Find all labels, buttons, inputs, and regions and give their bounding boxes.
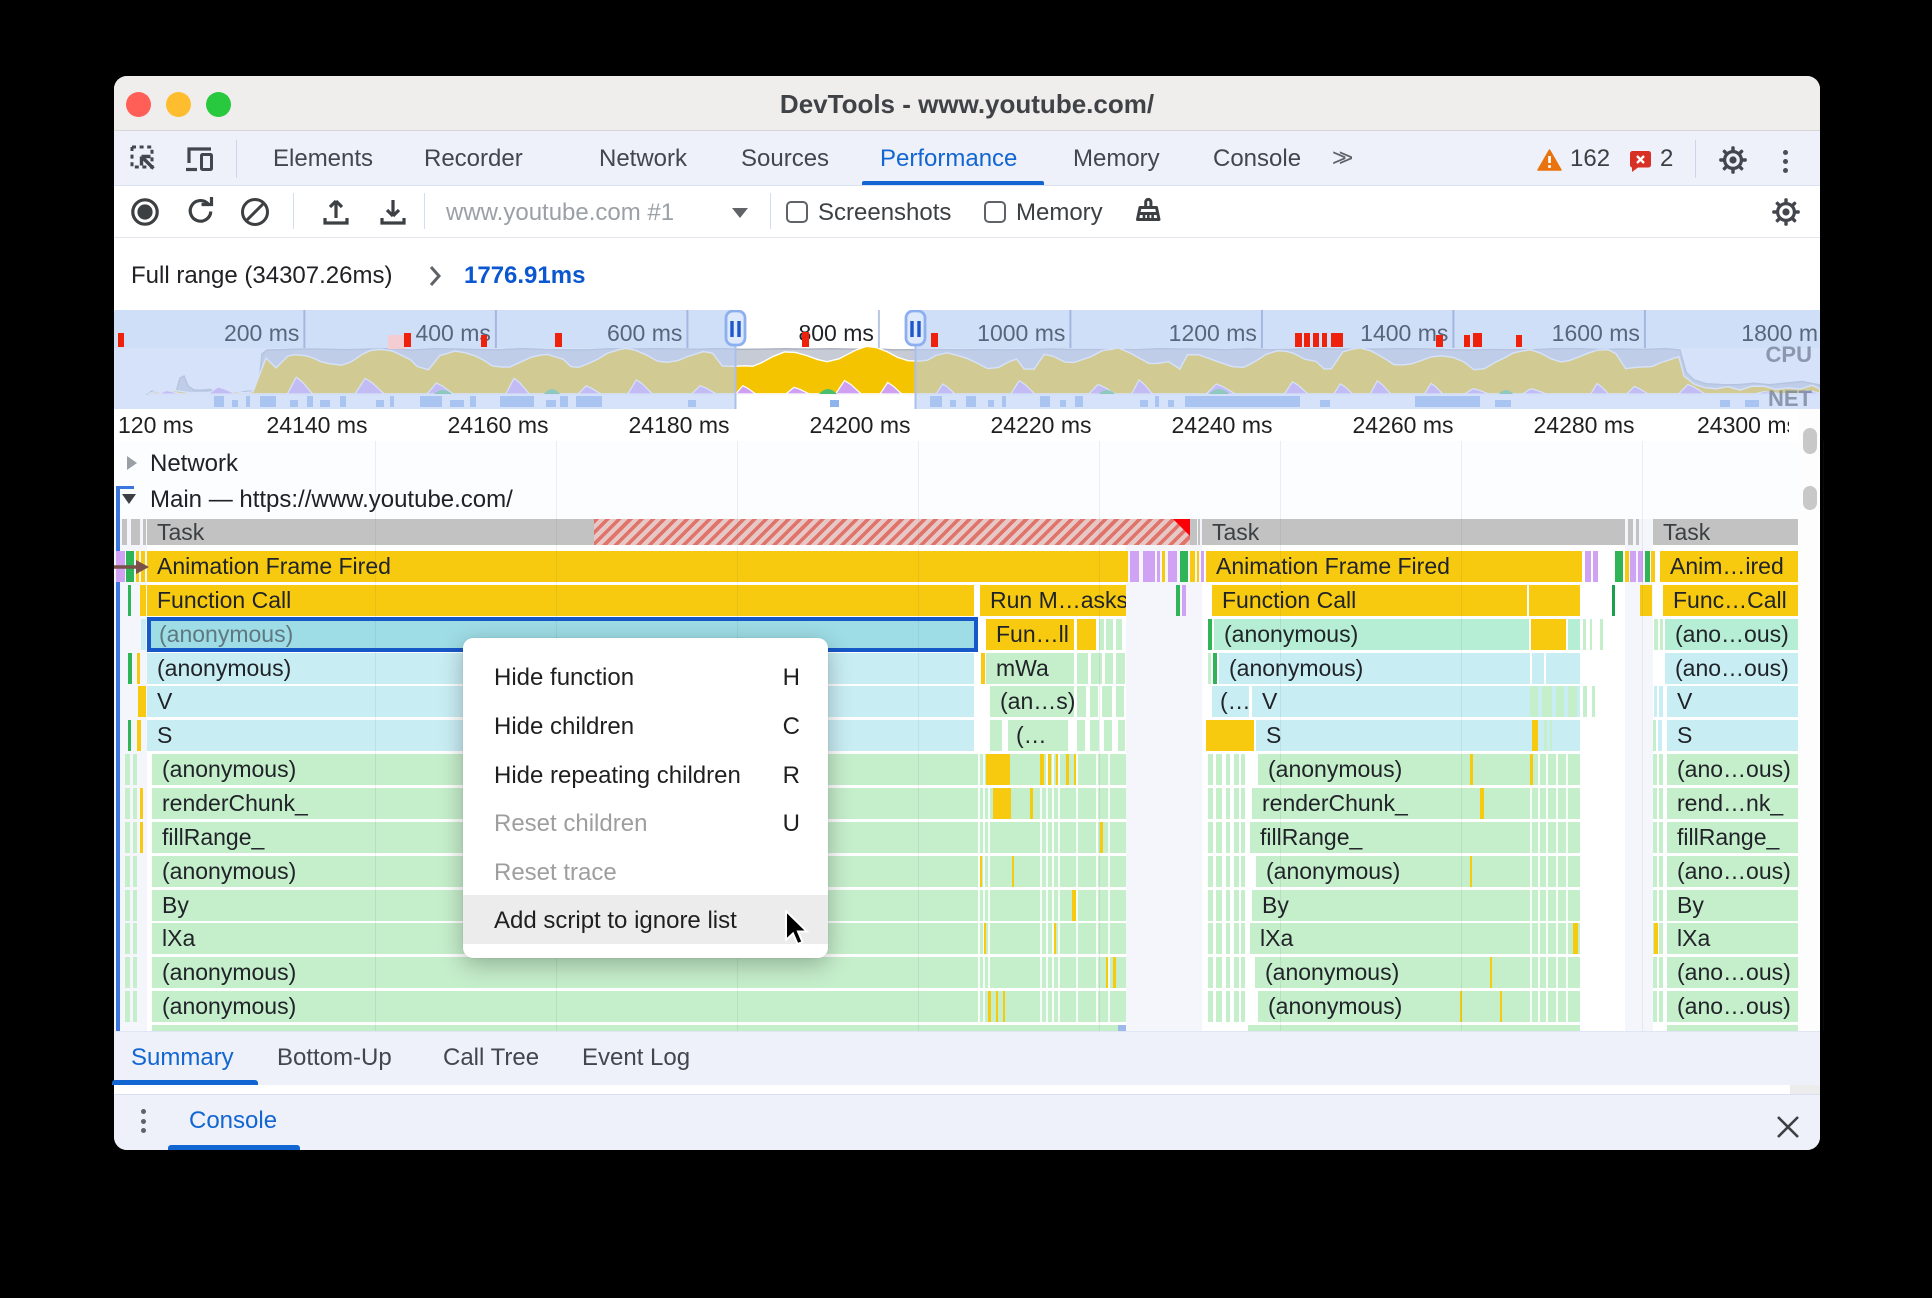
svg-text:CPU: CPU (1766, 342, 1812, 367)
svg-text:800 ms: 800 ms (798, 320, 873, 346)
svg-text:NET: NET (1768, 386, 1813, 409)
svg-text:400 ms: 400 ms (415, 320, 490, 346)
svg-text:1200 ms: 1200 ms (1169, 320, 1257, 346)
svg-text:1600 ms: 1600 ms (1552, 320, 1640, 346)
svg-text:1400 ms: 1400 ms (1360, 320, 1448, 346)
svg-text:1000 ms: 1000 ms (977, 320, 1065, 346)
svg-text:600 ms: 600 ms (607, 320, 682, 346)
svg-text:200 ms: 200 ms (224, 320, 299, 346)
